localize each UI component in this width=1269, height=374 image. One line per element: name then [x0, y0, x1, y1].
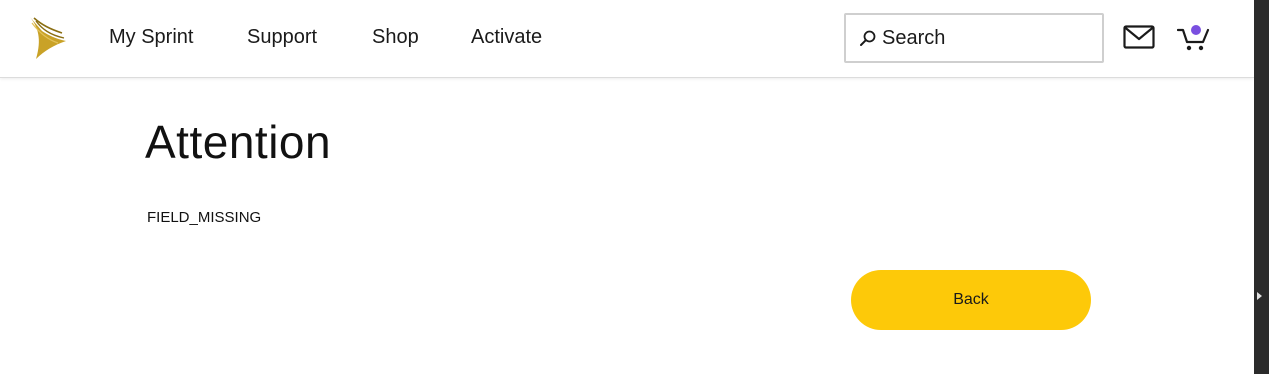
nav-support[interactable]: Support	[247, 25, 317, 49]
cart-badge	[1191, 25, 1201, 35]
search-box[interactable]	[844, 13, 1104, 63]
site-header: My Sprint Support Shop Activate	[0, 0, 1254, 78]
mail-icon-graphic	[1123, 25, 1155, 49]
nav-activate[interactable]: Activate	[471, 25, 542, 49]
mail-icon[interactable]	[1123, 25, 1155, 49]
nav-my-sprint[interactable]: My Sprint	[109, 25, 193, 49]
error-message: FIELD_MISSING	[147, 209, 262, 226]
scrollbar[interactable]	[1254, 0, 1269, 374]
search-icon	[860, 30, 876, 46]
search-input[interactable]	[882, 25, 1092, 51]
sprint-logo[interactable]	[28, 15, 68, 61]
cart-icon[interactable]	[1176, 24, 1211, 52]
page: My Sprint Support Shop Activate Search A…	[0, 0, 1269, 374]
scroll-arrow-icon[interactable]	[1257, 292, 1262, 300]
cart-icon-graphic	[1176, 25, 1210, 51]
nav-shop[interactable]: Shop	[372, 25, 419, 49]
sprint-logo-icon	[30, 17, 66, 59]
page-title: Attention	[145, 116, 332, 168]
back-button[interactable]: Back	[851, 270, 1091, 330]
